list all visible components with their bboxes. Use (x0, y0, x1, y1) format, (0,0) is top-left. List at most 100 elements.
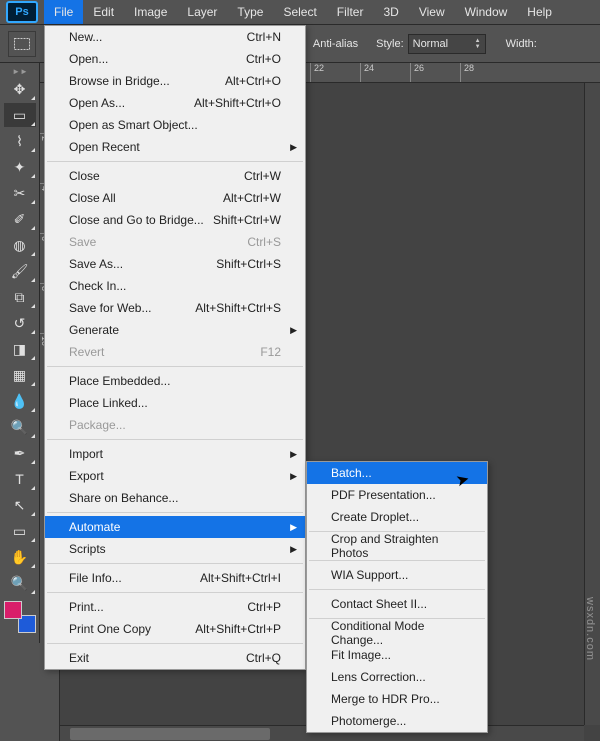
file-menu-item-open-as[interactable]: Open As...Alt+Shift+Ctrl+O (45, 92, 305, 114)
shape-tool[interactable]: ▭ (4, 519, 36, 543)
menu-window[interactable]: Window (455, 0, 518, 24)
menu-shortcut: Ctrl+N (247, 30, 281, 44)
file-menu-item-place-linked[interactable]: Place Linked... (45, 392, 305, 414)
automate-menu-item-fit-image[interactable]: Fit Image... (307, 644, 487, 666)
tool-flyout-indicator (31, 486, 35, 490)
automate-menu-item-crop-and-straighten-photos[interactable]: Crop and Straighten Photos (307, 535, 487, 557)
menu-item-label: Check In... (69, 279, 126, 293)
file-menu-item-open-as-smart-object[interactable]: Open as Smart Object... (45, 114, 305, 136)
tool-flyout-indicator (31, 382, 35, 386)
menubar: Ps FileEditImageLayerTypeSelectFilter3DV… (0, 0, 600, 25)
automate-menu-item-photomerge[interactable]: Photomerge... (307, 710, 487, 732)
menu-item-label: Close All (69, 191, 116, 205)
file-menu-item-new[interactable]: New...Ctrl+N (45, 26, 305, 48)
menu-layer[interactable]: Layer (177, 0, 227, 24)
automate-menu-item-contact-sheet-ii[interactable]: Contact Sheet II... (307, 593, 487, 615)
automate-menu-item-conditional-mode-change[interactable]: Conditional Mode Change... (307, 622, 487, 644)
gradient-tool[interactable]: ▦ (4, 363, 36, 387)
file-menu-item-scripts[interactable]: Scripts▶ (45, 538, 305, 560)
blur-tool[interactable]: 💧 (4, 389, 36, 413)
file-menu-item-open-recent[interactable]: Open Recent▶ (45, 136, 305, 158)
menu-shortcut: F12 (260, 345, 281, 359)
menu-view[interactable]: View (409, 0, 455, 24)
stamp-tool[interactable]: ⧉ (4, 285, 36, 309)
file-menu-item-import[interactable]: Import▶ (45, 443, 305, 465)
menu-item-label: Close and Go to Bridge... (69, 213, 204, 227)
scrollbar-thumb[interactable] (70, 728, 270, 740)
tool-flyout-indicator (31, 148, 35, 152)
menu-help[interactable]: Help (517, 0, 562, 24)
zoom-tool[interactable]: 🔍 (4, 571, 36, 595)
move-tool[interactable]: ✥ (4, 77, 36, 101)
menu-edit[interactable]: Edit (83, 0, 124, 24)
file-menu: New...Ctrl+NOpen...Ctrl+OBrowse in Bridg… (44, 25, 306, 670)
file-menu-item-close[interactable]: CloseCtrl+W (45, 165, 305, 187)
file-menu-item-print[interactable]: Print...Ctrl+P (45, 596, 305, 618)
dodge-tool[interactable]: 🔍 (4, 415, 36, 439)
tool-flyout-indicator (31, 278, 35, 282)
lasso-tool[interactable]: ⌇ (4, 129, 36, 153)
file-menu-item-place-embedded[interactable]: Place Embedded... (45, 370, 305, 392)
file-menu-item-check-in[interactable]: Check In... (45, 275, 305, 297)
file-menu-item-open[interactable]: Open...Ctrl+O (45, 48, 305, 70)
menu-3d[interactable]: 3D (373, 0, 408, 24)
width-label: Width: (506, 38, 537, 50)
foreground-color-swatch[interactable] (4, 601, 22, 619)
file-menu-item-revert: RevertF12 (45, 341, 305, 363)
type-tool[interactable]: T (4, 467, 36, 491)
file-menu-item-close-all[interactable]: Close AllAlt+Ctrl+W (45, 187, 305, 209)
automate-menu-item-merge-to-hdr-pro[interactable]: Merge to HDR Pro... (307, 688, 487, 710)
file-menu-item-automate[interactable]: Automate▶ (45, 516, 305, 538)
file-menu-item-close-and-go-to-bridge[interactable]: Close and Go to Bridge... Shift+Ctrl+W (45, 209, 305, 231)
menu-file[interactable]: File (44, 0, 83, 24)
file-menu-item-file-info[interactable]: File Info...Alt+Shift+Ctrl+I (45, 567, 305, 589)
submenu-arrow-icon: ▶ (290, 449, 297, 460)
menu-separator (47, 563, 303, 564)
menu-item-label: Save for Web... (69, 301, 151, 315)
menu-item-label: Print One Copy (69, 622, 151, 636)
menu-item-label: Open as Smart Object... (69, 118, 198, 132)
file-menu-item-export[interactable]: Export▶ (45, 465, 305, 487)
file-menu-item-print-one-copy[interactable]: Print One CopyAlt+Shift+Ctrl+P (45, 618, 305, 640)
menu-image[interactable]: Image (124, 0, 177, 24)
file-menu-item-generate[interactable]: Generate ▶ (45, 319, 305, 341)
marquee-tool[interactable]: ▭ (4, 103, 36, 127)
pen-tool[interactable]: ✒ (4, 441, 36, 465)
crop-tool[interactable]: ✂ (4, 181, 36, 205)
file-menu-item-save-for-web[interactable]: Save for Web...Alt+Shift+Ctrl+S (45, 297, 305, 319)
eraser-tool[interactable]: ◨ (4, 337, 36, 361)
style-dropdown[interactable]: Normal ▲▼ (408, 34, 486, 54)
menu-item-label: Browse in Bridge... (69, 74, 170, 88)
menu-separator (47, 366, 303, 367)
submenu-arrow-icon: ▶ (290, 142, 297, 153)
menu-item-label: Scripts (69, 542, 106, 556)
submenu-arrow-icon: ▶ (290, 325, 297, 336)
history-brush-tool[interactable]: ↺ (4, 311, 36, 335)
menu-select[interactable]: Select (273, 0, 326, 24)
automate-menu-item-wia-support[interactable]: WIA Support... (307, 564, 487, 586)
menu-separator (47, 592, 303, 593)
menu-item-label: Create Droplet... (331, 510, 419, 524)
tool-flyout-indicator (31, 356, 35, 360)
hand-tool[interactable]: ✋ (4, 545, 36, 569)
menu-shortcut: Shift+Ctrl+W (213, 213, 281, 227)
automate-menu-item-create-droplet[interactable]: Create Droplet... (307, 506, 487, 528)
automate-menu-item-lens-correction[interactable]: Lens Correction... (307, 666, 487, 688)
watermark: wsxdn.com (584, 597, 596, 661)
color-swatches[interactable] (4, 601, 36, 633)
healing-tool[interactable]: ◍ (4, 233, 36, 257)
file-menu-item-share-on-behance[interactable]: Share on Behance... (45, 487, 305, 509)
tool-flyout-indicator (31, 434, 35, 438)
path-tool[interactable]: ↖ (4, 493, 36, 517)
marquee-preset-icon[interactable] (8, 31, 36, 57)
file-menu-item-browse-in-bridge[interactable]: Browse in Bridge...Alt+Ctrl+O (45, 70, 305, 92)
eyedropper-tool[interactable]: ✐ (4, 207, 36, 231)
brush-tool[interactable]: 🖌 (4, 259, 36, 283)
menu-item-label: Generate (69, 323, 119, 337)
magic-wand-tool[interactable]: ✦ (4, 155, 36, 179)
file-menu-item-save-as[interactable]: Save As...Shift+Ctrl+S (45, 253, 305, 275)
menu-filter[interactable]: Filter (327, 0, 374, 24)
toolbar-tab-icon[interactable]: ►► (0, 67, 40, 77)
menu-type[interactable]: Type (227, 0, 273, 24)
file-menu-item-exit[interactable]: ExitCtrl+Q (45, 647, 305, 669)
